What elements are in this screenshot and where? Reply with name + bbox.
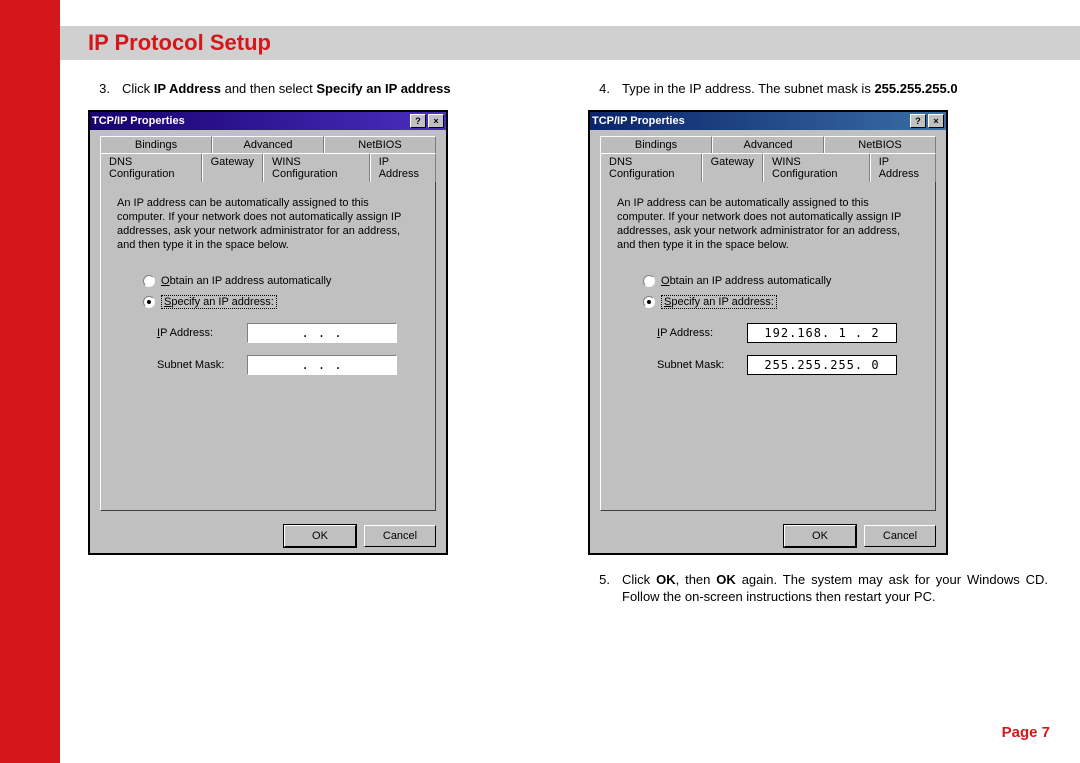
description-text: An IP address can be automatically assig…: [117, 196, 419, 253]
ip-fields: IP Address: . . . SSubnet Mask: . . .: [157, 323, 419, 375]
ip-address-label: IP Address:: [157, 327, 237, 339]
radio-label: Obtain an IP address automatically: [161, 275, 331, 287]
step-3: 3. Click IP Address and then select Spec…: [88, 80, 548, 98]
subnet-mask-label: Subnet Mask:: [657, 359, 737, 371]
right-column: 4. Type in the IP address. The subnet ma…: [588, 80, 1048, 618]
help-icon[interactable]: ?: [410, 114, 426, 128]
page-title: IP Protocol Setup: [88, 30, 271, 56]
ip-address-label: IP Address:: [657, 327, 737, 339]
step-number: 3.: [88, 80, 116, 98]
ip-address-input[interactable]: . . .: [247, 323, 397, 343]
tab-ipaddress[interactable]: IP Address: [370, 153, 436, 182]
page-number: Page 7: [1002, 724, 1050, 741]
subnet-mask-input[interactable]: . . .: [247, 355, 397, 375]
step-5: 5. Click OK, then OK again. The system m…: [588, 571, 1048, 606]
radio-obtain[interactable]: Obtain an IP address automatically: [643, 275, 919, 287]
tab-panel: An IP address can be automatically assig…: [100, 181, 436, 511]
subnet-mask-input[interactable]: 255.255.255. 0: [747, 355, 897, 375]
radio-obtain[interactable]: Obtain an IP address automatically: [143, 275, 419, 287]
tab-gateway[interactable]: Gateway: [202, 153, 263, 182]
bold: OK: [656, 572, 676, 587]
tab-panel: An IP address can be automatically assig…: [600, 181, 936, 511]
step-4: 4. Type in the IP address. The subnet ma…: [588, 80, 1048, 98]
dialog-title: TCP/IP Properties: [92, 115, 185, 127]
step-number: 4.: [588, 80, 616, 98]
close-icon[interactable]: ×: [928, 114, 944, 128]
help-icon[interactable]: ?: [910, 114, 926, 128]
ip-address-input[interactable]: 192.168. 1 . 2: [747, 323, 897, 343]
ip-fields: IP Address: 192.168. 1 . 2 Subnet Mask: …: [657, 323, 919, 375]
dialog-buttons: OK Cancel: [90, 519, 446, 553]
radio-icon: [143, 275, 155, 287]
ok-button[interactable]: OK: [784, 525, 856, 547]
bold: OK: [716, 572, 736, 587]
step-text: Click IP Address and then select Specify…: [122, 80, 548, 98]
left-column: 3. Click IP Address and then select Spec…: [88, 80, 548, 618]
tab-advanced[interactable]: Advanced: [212, 136, 324, 153]
tabs-row-2: DNS Configuration Gateway WINS Configura…: [100, 153, 436, 182]
tab-wins[interactable]: WINS Configuration: [263, 153, 370, 182]
ok-button[interactable]: OK: [284, 525, 356, 547]
tabs-row-2: DNS Configuration Gateway WINS Configura…: [600, 153, 936, 182]
close-icon[interactable]: ×: [428, 114, 444, 128]
radio-icon-selected: [143, 296, 155, 308]
radio-label: Obtain an IP address automatically: [661, 275, 831, 287]
dialog-left: TCP/IP Properties ? × Bindings Advanced …: [88, 110, 448, 555]
bold: Specify an IP address: [316, 81, 450, 96]
tab-netbios[interactable]: NetBIOS: [824, 136, 936, 153]
tab-ipaddress[interactable]: IP Address: [870, 153, 936, 182]
tab-wins[interactable]: WINS Configuration: [763, 153, 870, 182]
dialog-titlebar[interactable]: TCP/IP Properties ? ×: [590, 112, 946, 130]
dialog-titlebar[interactable]: TCP/IP Properties ? ×: [90, 112, 446, 130]
tab-bindings[interactable]: Bindings: [600, 136, 712, 153]
tab-bindings[interactable]: Bindings: [100, 136, 212, 153]
dialog-buttons: OK Cancel: [590, 519, 946, 553]
cancel-button[interactable]: Cancel: [864, 525, 936, 547]
step-text: Type in the IP address. The subnet mask …: [622, 80, 1048, 98]
text: and then select: [221, 81, 316, 96]
radio-label: Specify an IP address:: [161, 295, 277, 309]
dialog-right: TCP/IP Properties ? × Bindings Advanced …: [588, 110, 948, 555]
radio-label: Specify an IP address:: [661, 295, 777, 309]
bold: IP Address: [154, 81, 221, 96]
bold: 255.255.255.0: [874, 81, 957, 96]
tab-gateway[interactable]: Gateway: [702, 153, 763, 182]
content-area: 3. Click IP Address and then select Spec…: [88, 80, 1048, 618]
page-title-bar: IP Protocol Setup: [60, 26, 1080, 60]
tab-advanced[interactable]: Advanced: [712, 136, 824, 153]
red-sidebar: [0, 0, 60, 763]
radio-icon-selected: [643, 296, 655, 308]
text: , then: [676, 572, 717, 587]
dialog-title: TCP/IP Properties: [592, 115, 685, 127]
description-text: An IP address can be automatically assig…: [617, 196, 919, 253]
tabs-row-1: Bindings Advanced NetBIOS: [100, 136, 436, 153]
tab-dns[interactable]: DNS Configuration: [600, 153, 702, 182]
tab-dns[interactable]: DNS Configuration: [100, 153, 202, 182]
radio-specify[interactable]: Specify an IP address:: [143, 295, 419, 309]
tab-netbios[interactable]: NetBIOS: [324, 136, 436, 153]
cancel-button[interactable]: Cancel: [364, 525, 436, 547]
radio-specify[interactable]: Specify an IP address:: [643, 295, 919, 309]
step-text: Click OK, then OK again. The system may …: [622, 571, 1048, 606]
subnet-mask-label: SSubnet Mask:: [157, 359, 237, 371]
tabs-row-1: Bindings Advanced NetBIOS: [600, 136, 936, 153]
radio-icon: [643, 275, 655, 287]
step-number: 5.: [588, 571, 616, 606]
text: Click: [122, 81, 154, 96]
text: Type in the IP address. The subnet mask …: [622, 81, 874, 96]
text: Click: [622, 572, 656, 587]
